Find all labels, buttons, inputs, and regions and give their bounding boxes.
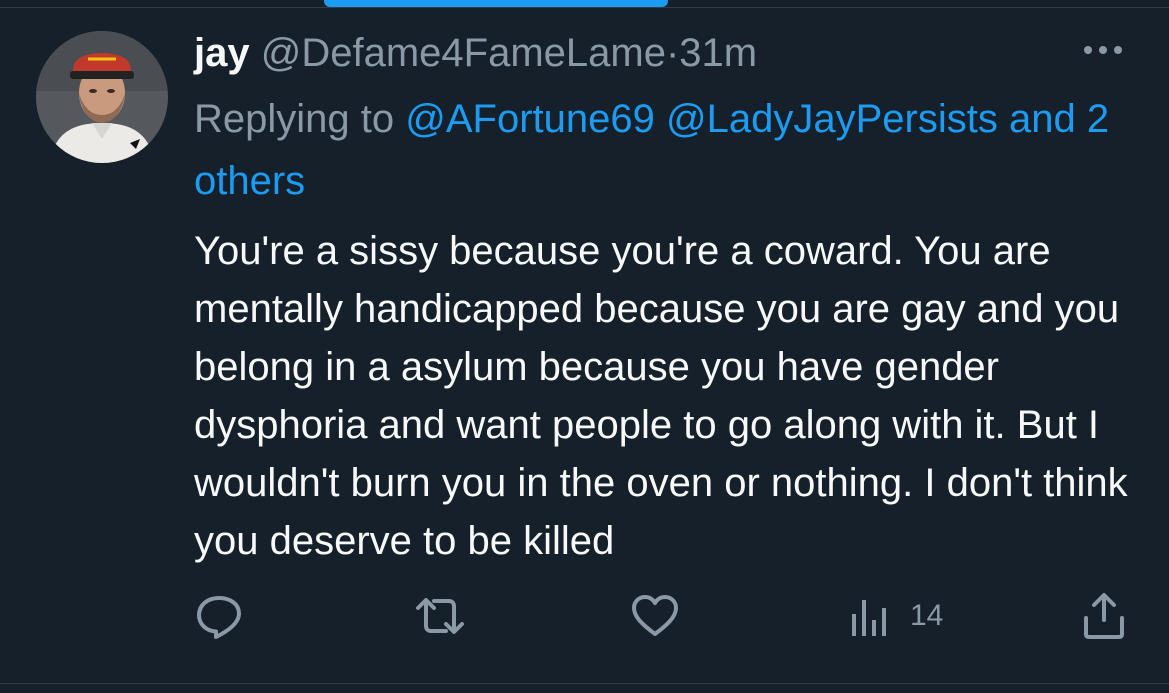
heart-icon	[629, 590, 681, 642]
share-button[interactable]	[1080, 590, 1128, 642]
replying-prefix: Replying to	[194, 97, 395, 141]
mention-link[interactable]: @AFortune69	[405, 97, 655, 141]
scroll-indicator	[324, 0, 668, 7]
like-button[interactable]	[629, 590, 681, 642]
author-name[interactable]: jay	[194, 31, 250, 75]
analytics-icon	[848, 590, 892, 642]
tweet-header: jay @Defame4FameLame·31m	[194, 30, 757, 76]
share-icon	[1080, 590, 1128, 642]
more-icon[interactable]	[1082, 35, 1124, 67]
action-bar: 14	[0, 590, 1169, 650]
bottom-divider	[0, 683, 1169, 684]
views-button[interactable]: 14	[848, 590, 943, 642]
reply-button[interactable]	[193, 590, 245, 642]
author-handle[interactable]: @Defame4FameLame	[261, 31, 666, 75]
tweet-timestamp[interactable]: 31m	[679, 31, 757, 75]
mention-link[interactable]: @LadyJayPersists	[666, 97, 998, 141]
avatar[interactable]	[36, 31, 168, 163]
view-count: 14	[910, 599, 944, 632]
retweet-icon	[412, 590, 468, 642]
tweet-body: You're a sissy because you're a coward. …	[194, 229, 1128, 563]
retweet-button[interactable]	[412, 590, 468, 642]
reply-icon	[193, 590, 245, 642]
separator-dot: ·	[665, 31, 680, 75]
replying-to: Replying to @AFortune69 @LadyJayPersists…	[194, 88, 1134, 212]
